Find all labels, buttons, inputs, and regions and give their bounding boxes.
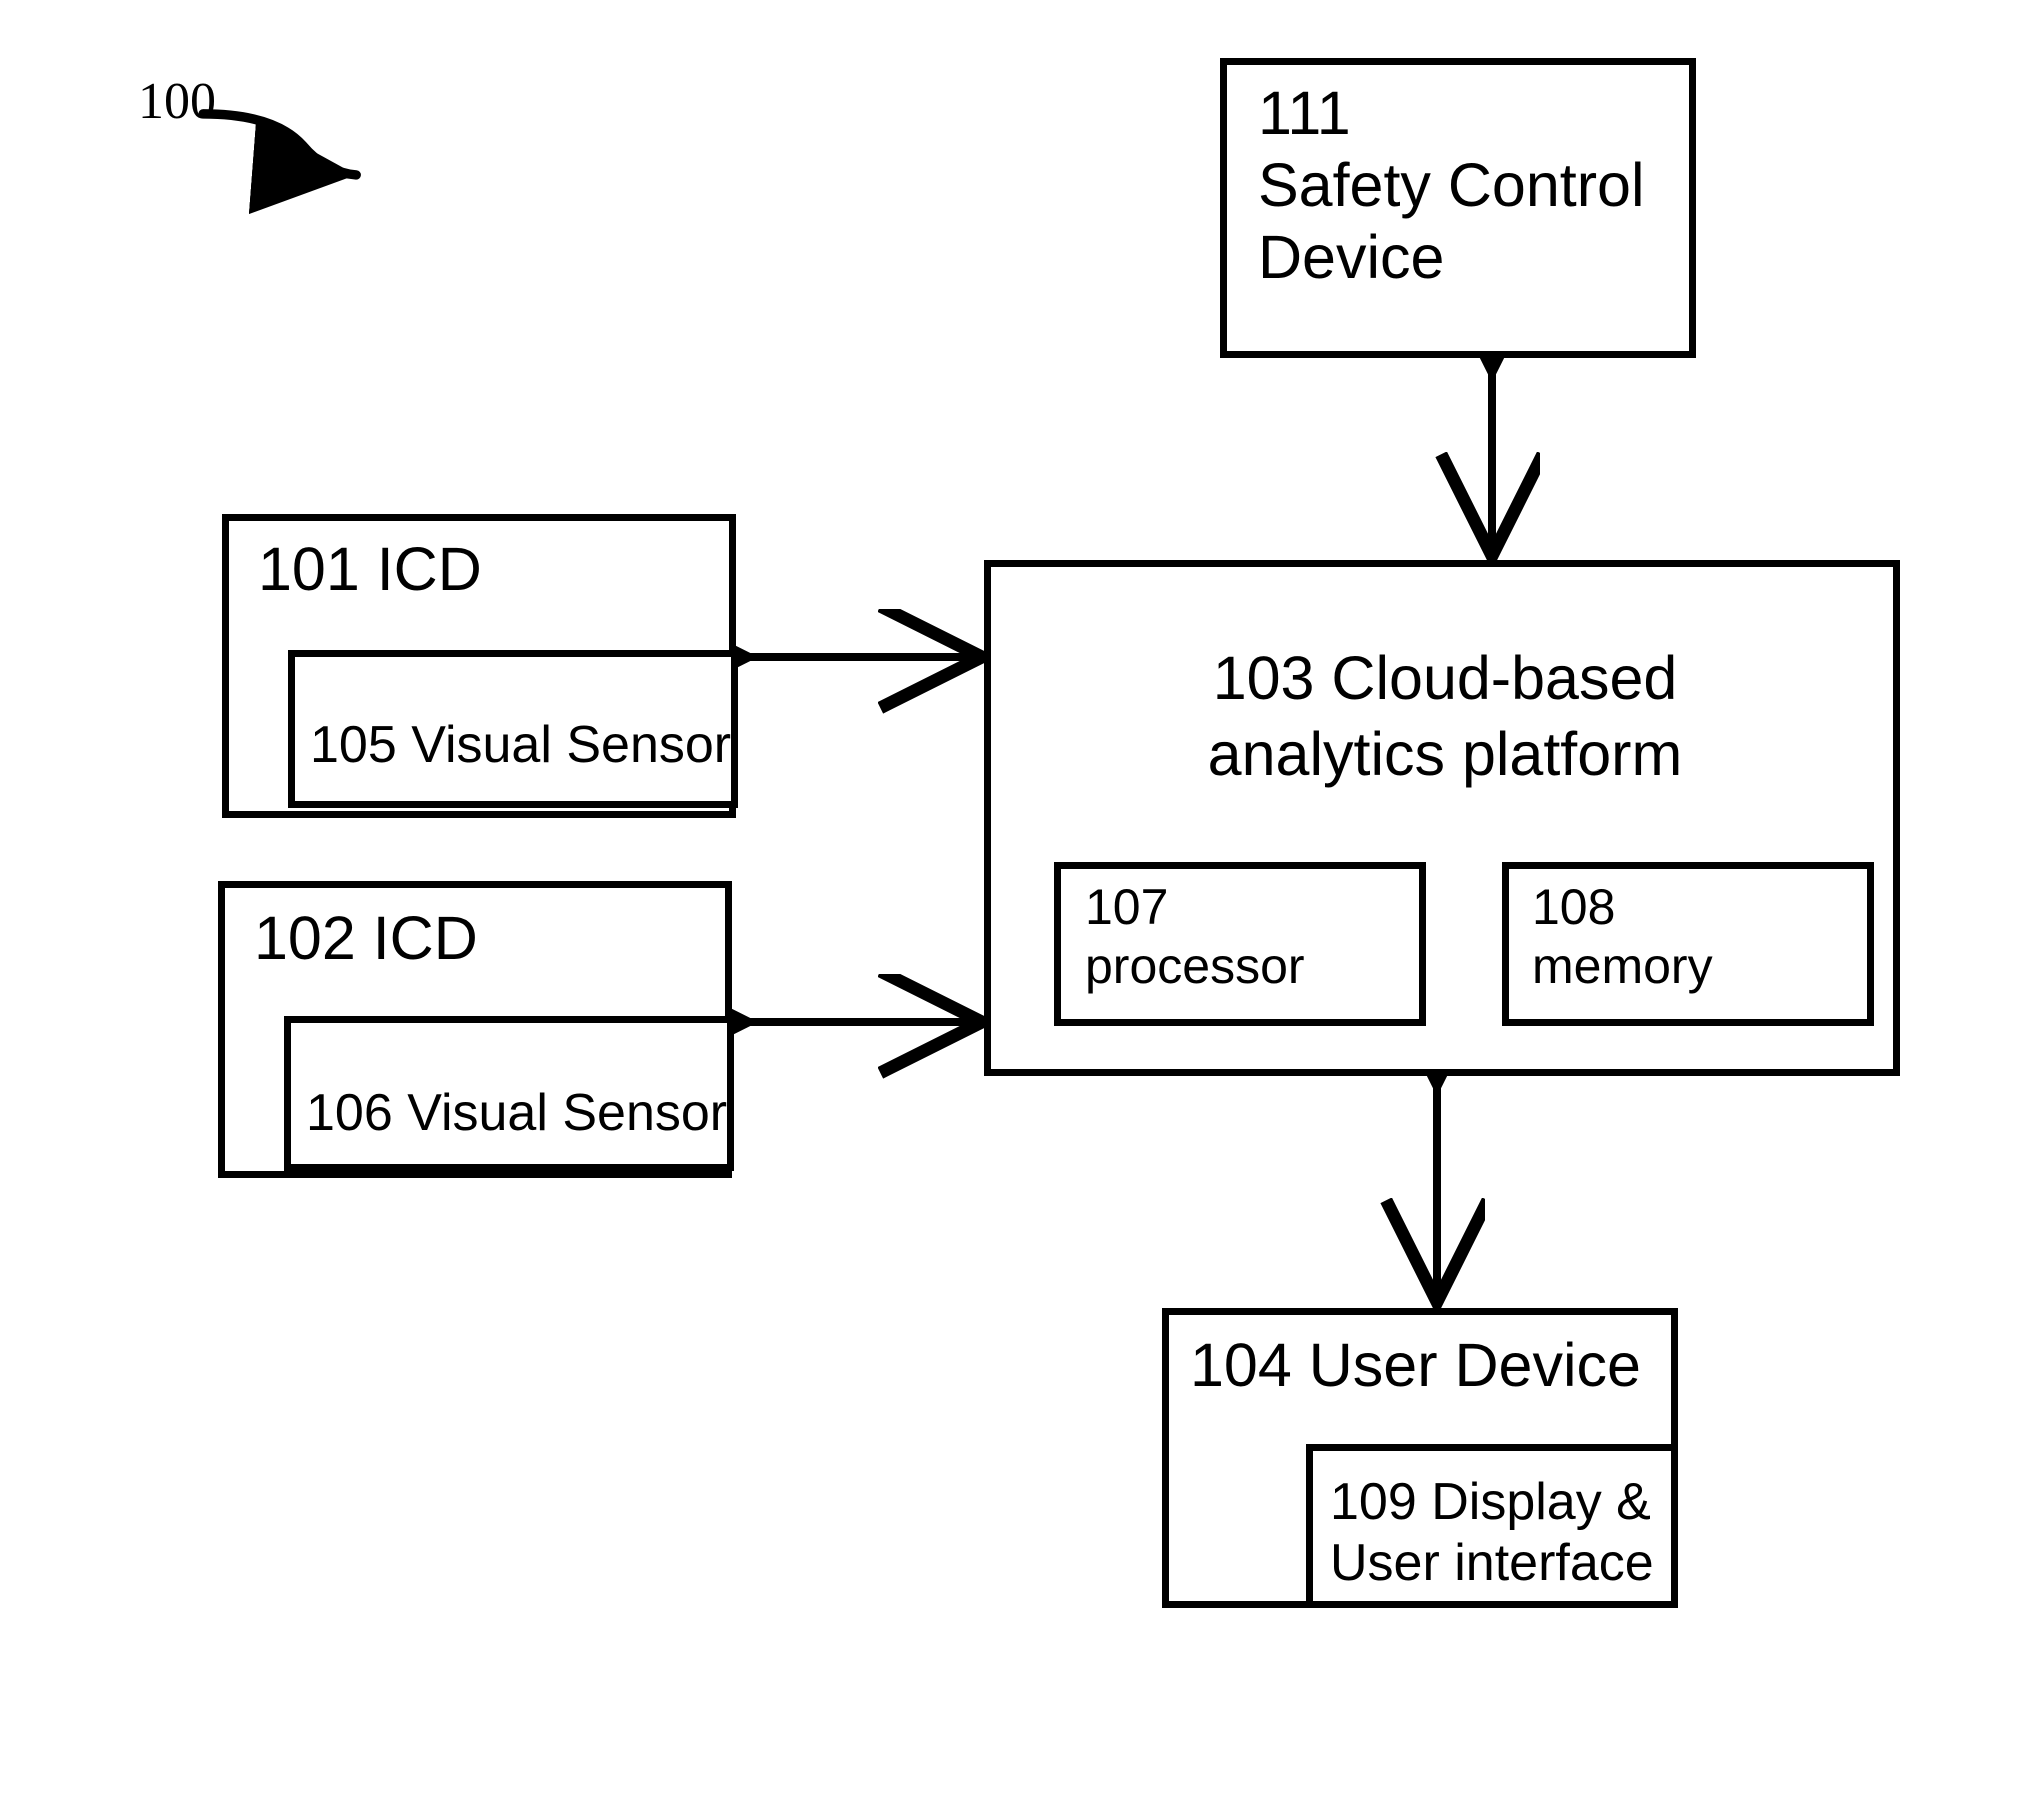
node-memory-108-label: 108 memory — [1532, 878, 1713, 996]
cloud-platform-line-2: analytics platform — [1207, 720, 1683, 789]
figure-reference-numeral: 100 — [138, 73, 216, 130]
figure-leader-arrow — [198, 109, 361, 215]
memory-line-2: memory — [1532, 938, 1713, 994]
cloud-platform-line-1: 103 Cloud-based — [1212, 644, 1678, 712]
display-ui-line-1: 109 Display & — [1330, 1473, 1651, 1531]
diagram-canvas: 100 103 Cloud platform --> 103 --> 103 -… — [0, 0, 2041, 1793]
processor-line-2: processor — [1085, 938, 1305, 994]
display-ui-line-2: User interface — [1330, 1534, 1654, 1593]
node-cloud-analytics-platform-label: 103 Cloud-based analytics platform — [1000, 640, 1890, 793]
node-display-user-interface-109-label: 109 Display & User interface — [1330, 1472, 1654, 1595]
node-icd-102-label: 102 ICD — [254, 904, 478, 972]
node-icd-101-label: 101 ICD — [258, 535, 482, 603]
processor-line-1: 107 — [1085, 879, 1169, 935]
node-processor-107-label: 107 processor — [1085, 878, 1305, 996]
safety-control-line-2: Safety Control — [1258, 150, 1645, 219]
node-user-device-104-label: 104 User Device — [1190, 1331, 1641, 1399]
memory-line-1: 108 — [1532, 879, 1616, 935]
node-safety-control-device-label: 111 Safety Control Device — [1258, 78, 1645, 294]
node-visual-sensor-105-label: 105 Visual Sensor — [310, 716, 732, 774]
safety-control-line-3: Device — [1258, 222, 1445, 291]
safety-control-line-1: 111 — [1258, 79, 1351, 147]
node-visual-sensor-106-label: 106 Visual Sensor — [306, 1084, 728, 1142]
